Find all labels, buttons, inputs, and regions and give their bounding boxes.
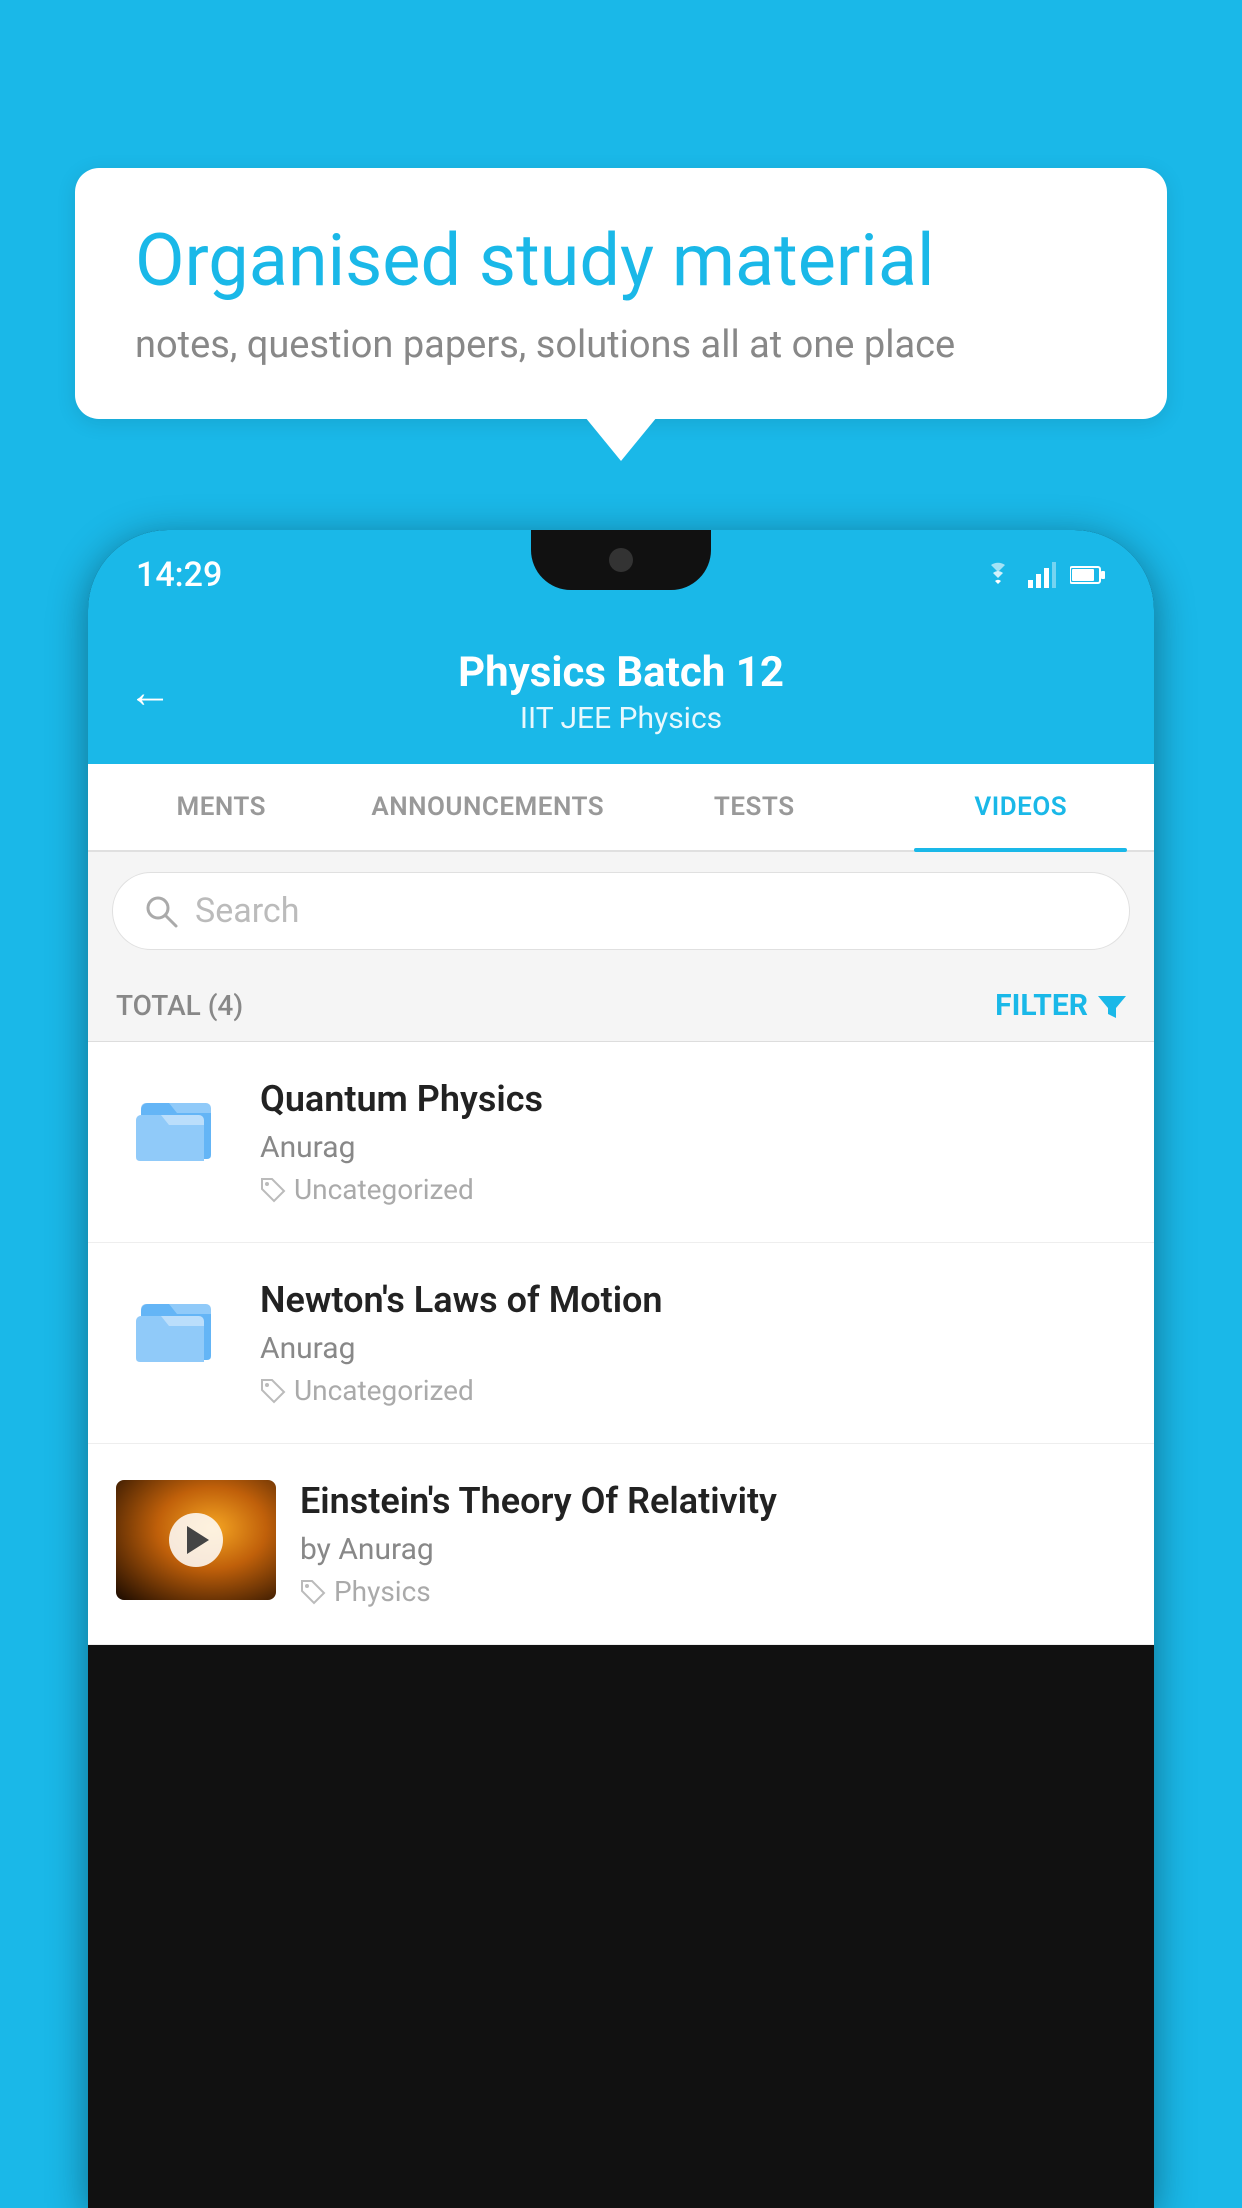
tab-ments[interactable]: MENTS <box>88 764 355 850</box>
video-author: by Anurag <box>300 1532 1126 1567</box>
bubble-subtitle: notes, question papers, solutions all at… <box>135 323 1107 367</box>
tab-announcements[interactable]: ANNOUNCEMENTS <box>355 764 622 850</box>
header-center: Physics Batch 12 IIT JEE Physics <box>202 648 1040 736</box>
list-item[interactable]: Newton's Laws of Motion Anurag Uncategor… <box>88 1243 1154 1444</box>
video-tag: Uncategorized <box>260 1173 1126 1206</box>
phone-frame: 14:29 <box>88 530 1154 2208</box>
filter-bar: TOTAL (4) FILTER <box>88 970 1154 1042</box>
bubble-title: Organised study material <box>135 220 1107 303</box>
status-time: 14:29 <box>136 555 222 595</box>
list-item[interactable]: Quantum Physics Anurag Uncategorized <box>88 1042 1154 1243</box>
video-title: Einstein's Theory Of Relativity <box>300 1480 1126 1522</box>
play-button[interactable] <box>169 1513 223 1567</box>
folder-icon-wrap <box>116 1078 236 1168</box>
folder-icon <box>131 1284 221 1364</box>
video-info: Einstein's Theory Of Relativity by Anura… <box>300 1480 1126 1608</box>
app-header: ← Physics Batch 12 IIT JEE Physics <box>88 620 1154 764</box>
tabs-bar: MENTS ANNOUNCEMENTS TESTS VIDEOS <box>88 764 1154 852</box>
content-area: Quantum Physics Anurag Uncategorized <box>88 1042 1154 1645</box>
folder-icon-wrap <box>116 1279 236 1369</box>
battery-icon <box>1070 564 1106 586</box>
status-bar: 14:29 <box>88 530 1154 620</box>
tab-videos[interactable]: VIDEOS <box>888 764 1155 850</box>
search-container: Search <box>88 852 1154 970</box>
search-input[interactable]: Search <box>195 891 299 931</box>
wifi-icon <box>982 562 1014 588</box>
folder-icon <box>131 1083 221 1163</box>
search-bar[interactable]: Search <box>112 872 1130 950</box>
tag-icon <box>260 1177 286 1203</box>
video-tag: Physics <box>300 1575 1126 1608</box>
filter-button[interactable]: FILTER <box>995 988 1126 1023</box>
header-title: Physics Batch 12 <box>202 648 1040 697</box>
video-info: Newton's Laws of Motion Anurag Uncategor… <box>260 1279 1126 1407</box>
signal-icon <box>1028 562 1056 588</box>
search-icon <box>143 893 179 929</box>
tag-icon <box>300 1579 326 1605</box>
video-thumbnail <box>116 1480 276 1600</box>
notch-camera <box>609 548 633 572</box>
notch <box>531 530 711 590</box>
video-title: Quantum Physics <box>260 1078 1126 1120</box>
header-subtitle: IIT JEE Physics <box>202 701 1040 736</box>
video-author: Anurag <box>260 1130 1126 1165</box>
status-icons <box>982 562 1106 588</box>
list-item[interactable]: Einstein's Theory Of Relativity by Anura… <box>88 1444 1154 1645</box>
video-title: Newton's Laws of Motion <box>260 1279 1126 1321</box>
total-label: TOTAL (4) <box>116 989 243 1022</box>
video-author: Anurag <box>260 1331 1126 1366</box>
speech-bubble: Organised study material notes, question… <box>75 168 1167 419</box>
video-tag: Uncategorized <box>260 1374 1126 1407</box>
video-info: Quantum Physics Anurag Uncategorized <box>260 1078 1126 1206</box>
filter-icon <box>1098 992 1126 1020</box>
back-button[interactable]: ← <box>128 666 172 718</box>
tag-icon <box>260 1378 286 1404</box>
tab-tests[interactable]: TESTS <box>621 764 888 850</box>
play-triangle <box>187 1526 209 1554</box>
